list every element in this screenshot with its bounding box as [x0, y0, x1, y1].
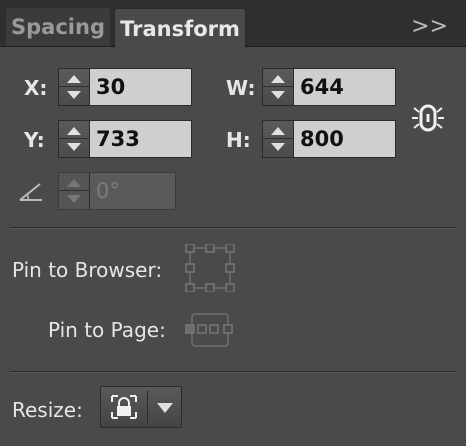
w-value[interactable]: 644 — [294, 69, 395, 105]
pin-to-browser-label: Pin to Browser: — [12, 258, 163, 282]
divider — [10, 227, 456, 228]
tab-bar: Spacing Transform >> — [0, 0, 466, 48]
h-field[interactable]: 800 — [262, 120, 396, 158]
stepper-up-icon[interactable] — [67, 127, 81, 135]
angle-stepper — [59, 173, 90, 209]
pin-to-page-label: Pin to Page: — [48, 318, 166, 342]
transform-panel: Spacing Transform >> X: 30 W: 644 Y: 733… — [0, 0, 466, 446]
resize-dropdown[interactable] — [100, 386, 182, 428]
stepper-up-icon — [67, 179, 81, 187]
w-stepper[interactable] — [263, 69, 294, 105]
stepper-down-icon[interactable] — [67, 143, 81, 151]
angle-value: 0° — [96, 179, 120, 203]
stepper-up-icon[interactable] — [271, 75, 285, 83]
pin-to-page-widget[interactable] — [184, 310, 236, 350]
tab-spacing[interactable]: Spacing — [6, 8, 110, 46]
y-value[interactable]: 733 — [90, 121, 191, 157]
h-stepper[interactable] — [263, 121, 294, 157]
stepper-down-icon[interactable] — [271, 143, 285, 151]
stepper-down-icon[interactable] — [67, 91, 81, 99]
x-field[interactable]: 30 — [58, 68, 192, 106]
tab-transform[interactable]: Transform — [114, 8, 246, 48]
y-label: Y: — [24, 128, 45, 152]
w-label: W: — [226, 76, 256, 100]
chevron-down-icon[interactable] — [157, 403, 173, 413]
stepper-up-icon[interactable] — [67, 75, 81, 83]
pin-to-browser-widget[interactable] — [184, 243, 236, 293]
y-field[interactable]: 733 — [58, 120, 192, 158]
link-proportions-icon[interactable] — [410, 100, 446, 136]
x-label: X: — [24, 76, 48, 100]
x-stepper[interactable] — [59, 69, 90, 105]
angle-field: 0° — [58, 172, 176, 210]
x-value[interactable]: 30 — [90, 69, 191, 105]
h-value[interactable]: 800 — [294, 121, 395, 157]
y-stepper[interactable] — [59, 121, 90, 157]
divider — [10, 371, 456, 372]
double-chevron-right-icon[interactable]: >> — [411, 14, 448, 39]
h-label: H: — [226, 128, 251, 152]
stepper-down-icon — [67, 195, 81, 203]
stepper-down-icon[interactable] — [271, 91, 285, 99]
resize-label: Resize: — [12, 398, 83, 422]
stepper-up-icon[interactable] — [271, 127, 285, 135]
w-field[interactable]: 644 — [262, 68, 396, 106]
tab-transform-label: Transform — [120, 16, 240, 41]
angle-icon — [18, 178, 44, 204]
tab-spacing-label: Spacing — [11, 15, 105, 39]
lock-resize-icon — [109, 393, 139, 421]
